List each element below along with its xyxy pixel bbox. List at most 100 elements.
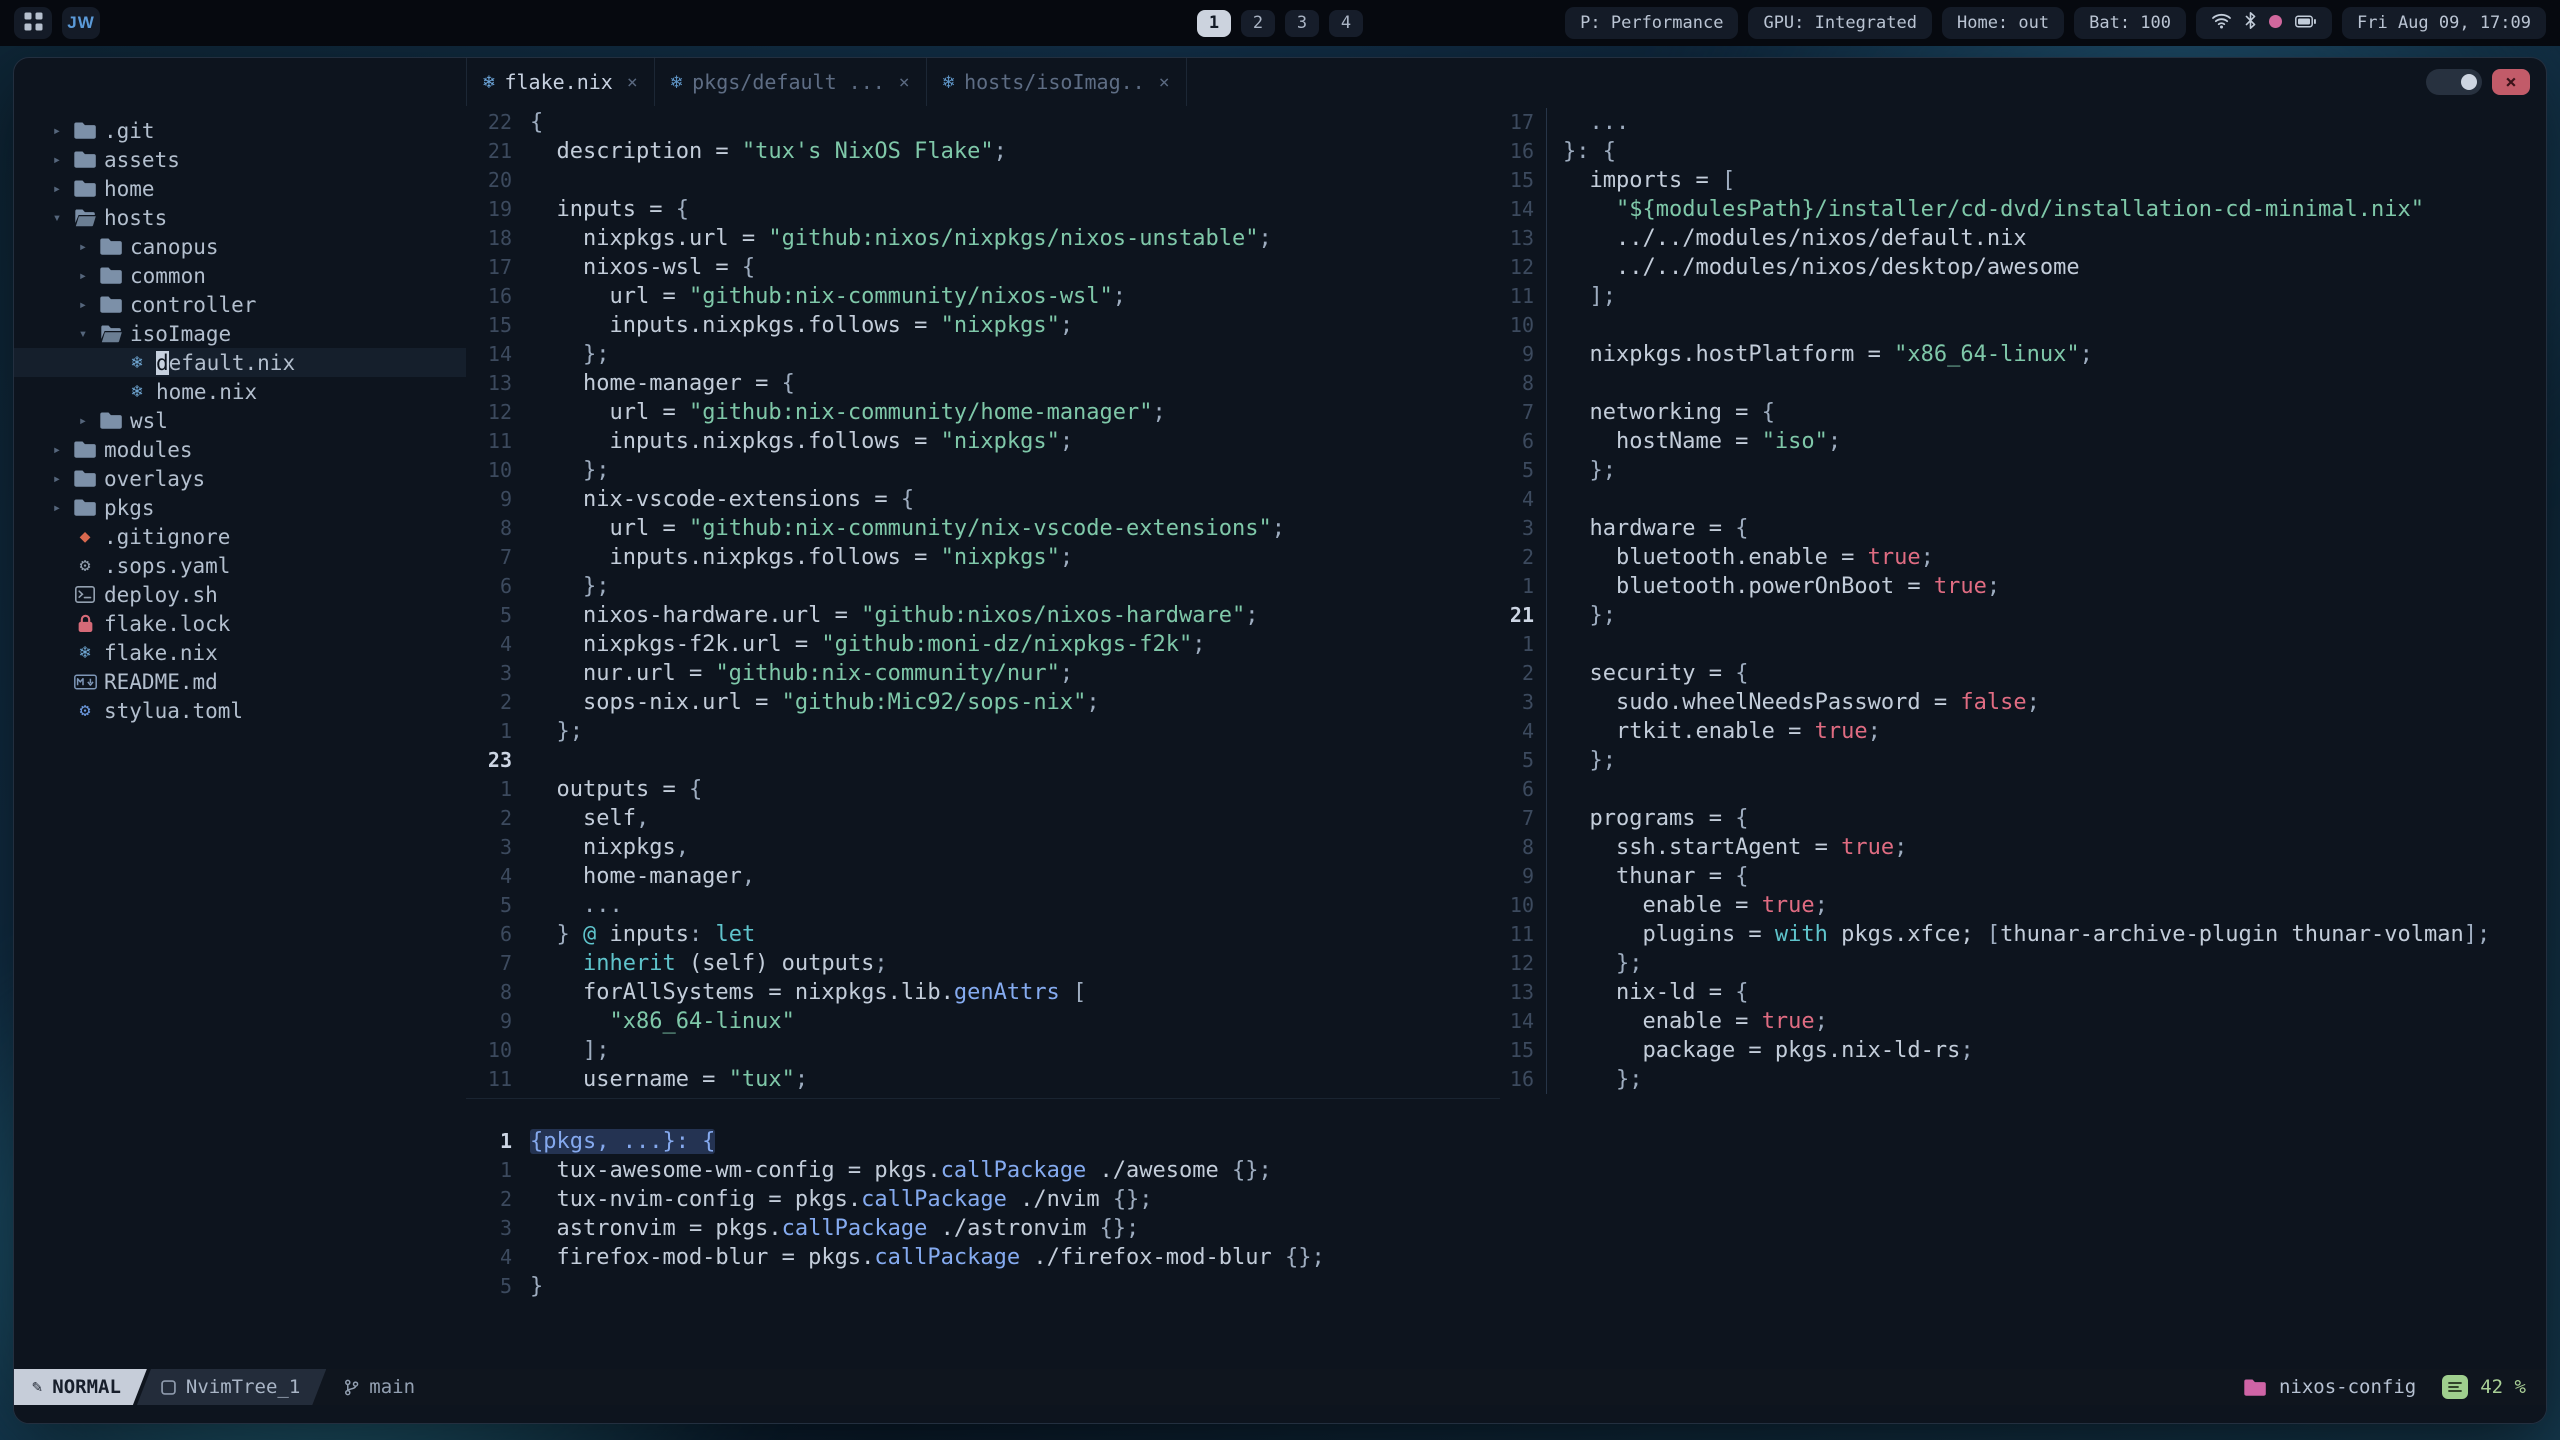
tab-hosts-isoImag..[interactable]: ❄ hosts/isoImag.. × xyxy=(927,58,1187,106)
code-text: home-manager, xyxy=(530,864,756,889)
tree-item-deploy.sh[interactable]: deploy.sh xyxy=(14,580,466,609)
tree-item-pkgs[interactable]: ▸ pkgs xyxy=(14,493,466,522)
flake-line-17: 6 }; xyxy=(466,572,1500,601)
tree-item-assets[interactable]: ▸ assets xyxy=(14,145,466,174)
tree-item-common[interactable]: ▸ common xyxy=(14,261,466,290)
workspace-1[interactable]: 1 xyxy=(1197,9,1231,37)
code-text: sudo.wheelNeedsPassword = false; xyxy=(1546,688,2546,717)
chevron-right-icon: ▸ xyxy=(52,180,62,197)
workspace-4[interactable]: 4 xyxy=(1329,9,1363,37)
tree-item-label: flake.lock xyxy=(104,611,231,636)
status-pill-performance: P: Performance xyxy=(1565,7,1739,39)
logo-button[interactable]: JW xyxy=(62,7,100,39)
line-number: 1 xyxy=(1521,574,1534,598)
editor-pkgs-default-nix[interactable]: 1 {pkgs, ...}: {1 tux-awesome-wm-config =… xyxy=(466,1098,1500,1369)
window-close-button[interactable]: × xyxy=(2492,69,2530,95)
tree-item-hosts[interactable]: ▾ hosts xyxy=(14,203,466,232)
line-number: 3 xyxy=(1521,690,1534,714)
tree-item-wsl[interactable]: ▸ wsl xyxy=(14,406,466,435)
workspace-2[interactable]: 2 xyxy=(1241,9,1275,37)
tree-item-isoImage[interactable]: ▾ isoImage xyxy=(14,319,466,348)
wifi-icon[interactable] xyxy=(2211,12,2232,34)
chevron-right-icon: ▸ xyxy=(78,267,88,284)
app-launcher-button[interactable] xyxy=(14,7,52,39)
code-text: nur.url = "github:nix-community/nur"; xyxy=(530,661,1074,686)
editor-hosts-isoimage-default-nix[interactable]: 17 ... 16}: {15 imports = [14 "${modulesP… xyxy=(1500,108,2546,1094)
chevron-right-icon: ▸ xyxy=(78,296,88,313)
tree-item-home[interactable]: ▸ home xyxy=(14,174,466,203)
code-text: ../../modules/nixos/default.nix xyxy=(1546,224,2546,253)
tabs: ❄ flake.nix × ❄ pkgs/default ... × ❄ hosts/isoI… xyxy=(466,58,1187,106)
git-icon: ◆ xyxy=(79,526,91,547)
flake-line-19: 4 nixpkgs-f2k.url = "github:moni-dz/nixp… xyxy=(466,630,1500,659)
tree-item-canopus[interactable]: ▸ canopus xyxy=(14,232,466,261)
script-icon xyxy=(70,586,100,603)
desktop: JW 1234 P: Performance GPU: Integrated Hom… xyxy=(0,0,2560,1440)
line-number: 12 xyxy=(487,400,512,424)
tree-item-stylua.toml[interactable]: ⚙ stylua.toml xyxy=(14,696,466,725)
tab-close-icon[interactable]: × xyxy=(899,72,910,93)
tree-cursor: d xyxy=(156,350,169,375)
scroll-progress: 42 % xyxy=(2480,1376,2526,1398)
iso-line-4: 14 "${modulesPath}/installer/cd-dvd/inst… xyxy=(1500,195,2546,224)
editor-flake-nix[interactable]: 22{21 description = "tux's NixOS Flake";… xyxy=(466,106,1500,1098)
code-text: url = "github:nix-community/nixos-wsl"; xyxy=(530,284,1127,309)
tree-item-home.nix[interactable]: ❄ home.nix xyxy=(14,377,466,406)
tree-item-.git[interactable]: ▸ .git xyxy=(14,116,466,145)
tab-pkgs-default-...[interactable]: ❄ pkgs/default ... × xyxy=(655,58,927,106)
pkgs-line-2: 1 tux-awesome-wm-config = pkgs.callPacka… xyxy=(466,1156,1500,1185)
line-number: 14 xyxy=(487,342,512,366)
pkgs-line-3: 2 tux-nvim-config = pkgs.callPackage ./n… xyxy=(466,1185,1500,1214)
tab-close-icon[interactable]: × xyxy=(627,72,638,93)
flake-line-3: 20 xyxy=(466,166,1500,195)
tree-item-label: flake.nix xyxy=(104,640,218,665)
tree-item-flake.lock[interactable]: flake.lock xyxy=(14,609,466,638)
tree-item-label: assets xyxy=(104,147,180,172)
bluetooth-icon[interactable] xyxy=(2245,12,2256,34)
topbar: JW 1234 P: Performance GPU: Integrated Hom… xyxy=(0,0,2560,46)
opacity-toggle-button[interactable] xyxy=(2426,69,2482,95)
iso-line-13: 5 }; xyxy=(1500,456,2546,485)
flake-line-9: 14 }; xyxy=(466,340,1500,369)
battery-icon[interactable] xyxy=(2295,13,2317,33)
markdown-icon xyxy=(70,674,100,690)
line-number: 16 xyxy=(1509,1067,1534,1091)
tab-close-icon[interactable]: × xyxy=(1159,72,1170,93)
flake-line-30: 7 inherit (self) outputs; xyxy=(466,949,1500,978)
workspace-3[interactable]: 3 xyxy=(1285,9,1319,37)
topbar-right: P: Performance GPU: Integrated Home: out Ba… xyxy=(1565,7,2546,39)
file-explorer: ▸ .git ▸ assets ▸ home ▾ hosts ▸ canopus ▸ common ▸ c… xyxy=(14,106,466,1369)
code-text: nix-ld = { xyxy=(1546,978,2546,1007)
line-number: 19 xyxy=(487,197,512,221)
mode-indicator: ✎ NORMAL xyxy=(14,1369,147,1405)
tree-item-README.md[interactable]: README.md xyxy=(14,667,466,696)
line-number: 9 xyxy=(1521,342,1534,366)
tree-item-modules[interactable]: ▸ modules xyxy=(14,435,466,464)
pkgs-line-5: 4 firefox-mod-blur = pkgs.callPackage ./… xyxy=(466,1243,1500,1272)
code-text: }; xyxy=(530,342,610,367)
iso-line-29: 11 plugins = with pkgs.xfce; [thunar-arc… xyxy=(1500,920,2546,949)
iso-line-20: 2 security = { xyxy=(1500,659,2546,688)
tree-item-default.nix[interactable]: ❄ default.nix xyxy=(14,348,466,377)
code-text: nix-vscode-extensions = { xyxy=(530,487,915,512)
code-text: programs = { xyxy=(1546,804,2546,833)
flake-line-10: 13 home-manager = { xyxy=(466,369,1500,398)
code-text xyxy=(1546,311,2546,340)
tree-item-overlays[interactable]: ▸ overlays xyxy=(14,464,466,493)
line-number: 4 xyxy=(1521,719,1534,743)
flake-line-5: 18 nixpkgs.url = "github:nixos/nixpkgs/n… xyxy=(466,224,1500,253)
tree-item-label: pkgs xyxy=(104,495,155,520)
line-number: 22 xyxy=(487,110,512,134)
chevron-right-icon: ▸ xyxy=(52,499,62,516)
line-number: 8 xyxy=(1521,835,1534,859)
tree-item-controller[interactable]: ▸ controller xyxy=(14,290,466,319)
tab-flake.nix[interactable]: ❄ flake.nix × xyxy=(467,58,655,106)
line-number: 3 xyxy=(1521,516,1534,540)
tree-item-.sops.yaml[interactable]: ⚙ .sops.yaml xyxy=(14,551,466,580)
iso-line-22: 4 rtkit.enable = true; xyxy=(1500,717,2546,746)
tree-item-.gitignore[interactable]: ◆ .gitignore xyxy=(14,522,466,551)
code-text: }; xyxy=(530,458,610,483)
tree-item-flake.nix[interactable]: ❄ flake.nix xyxy=(14,638,466,667)
chevron-down-icon: ▾ xyxy=(78,325,88,342)
magenta-dot-icon[interactable] xyxy=(2269,13,2282,33)
